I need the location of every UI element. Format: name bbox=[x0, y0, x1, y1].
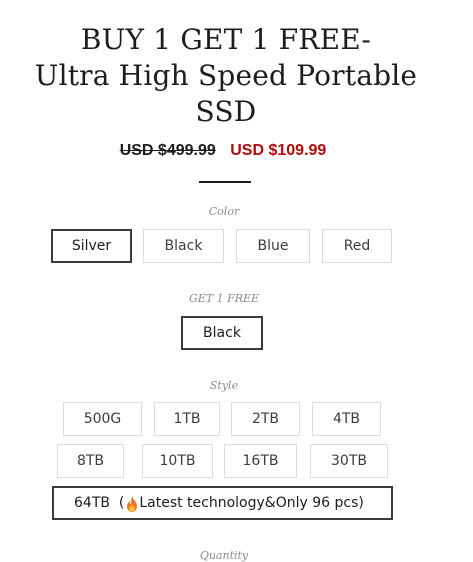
style-option-64tb[interactable]: 64TB ( Latest technology&Only 96 pcs) bbox=[52, 486, 393, 520]
style-label: Style bbox=[209, 379, 239, 392]
get-free-option-black[interactable]: Black bbox=[181, 316, 263, 350]
product-title-line-2: Ultra High Speed Portable bbox=[34, 59, 418, 92]
color-label: Color bbox=[208, 205, 240, 218]
style-option-30tb[interactable]: 30TB bbox=[310, 444, 388, 478]
color-option-blue[interactable]: Blue bbox=[236, 229, 310, 263]
product-title-line-1: BUY 1 GET 1 FREE- bbox=[80, 23, 372, 56]
style-option-64tb-suffix: Latest technology&Only 96 pcs) bbox=[139, 495, 364, 511]
product-title-line-3: SSD bbox=[195, 95, 257, 128]
fire-emoji-icon bbox=[126, 496, 138, 512]
style-option-2tb[interactable]: 2TB bbox=[231, 402, 300, 436]
style-option-4tb[interactable]: 4TB bbox=[312, 402, 381, 436]
product-title: BUY 1 GET 1 FREE- Ultra High Speed Porta… bbox=[0, 22, 452, 130]
style-option-500g[interactable]: 500G bbox=[63, 402, 142, 436]
quantity-label: Quantity bbox=[199, 549, 249, 562]
color-option-silver[interactable]: Silver bbox=[51, 229, 132, 263]
color-option-black[interactable]: Black bbox=[143, 229, 224, 263]
color-option-red[interactable]: Red bbox=[322, 229, 392, 263]
style-option-1tb[interactable]: 1TB bbox=[154, 402, 220, 436]
style-option-8tb[interactable]: 8TB bbox=[57, 444, 124, 478]
style-option-10tb[interactable]: 10TB bbox=[142, 444, 213, 478]
sale-price: USD $109.99 bbox=[230, 142, 327, 159]
price-row: USD $499.99 USD $109.99 bbox=[0, 142, 446, 160]
style-option-16tb[interactable]: 16TB bbox=[224, 444, 297, 478]
divider bbox=[199, 181, 251, 183]
get-free-label: GET 1 FREE bbox=[188, 292, 260, 305]
style-option-64tb-prefix: 64TB ( bbox=[74, 495, 125, 511]
compare-price: USD $499.99 bbox=[119, 142, 216, 159]
